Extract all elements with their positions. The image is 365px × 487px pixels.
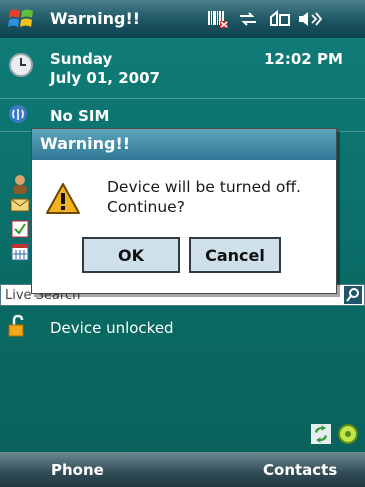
dialog-message-line2: Continue? — [107, 198, 185, 216]
warning-dialog: Warning!! Device will be turned off. Con… — [31, 128, 337, 294]
phone-status-row[interactable]: No SIM — [0, 102, 365, 128]
softkey-contacts[interactable]: Contacts — [263, 461, 337, 479]
softkey-bar: Phone Contacts — [0, 452, 365, 487]
divider — [0, 98, 365, 99]
ok-button[interactable]: OK — [82, 237, 180, 273]
barcode-icon[interactable] — [207, 9, 229, 34]
device-lock-status: Device unlocked — [50, 319, 174, 337]
search-icon[interactable] — [344, 286, 362, 304]
unlocked-padlock-icon — [8, 314, 30, 338]
sync-arrows-icon[interactable] — [237, 9, 259, 34]
message-icon[interactable] — [10, 196, 30, 218]
warning-icon — [45, 182, 81, 216]
volume-icon[interactable] — [297, 9, 323, 34]
clock-time: 12:02 PM — [264, 50, 343, 68]
dialog-message: Device will be turned off. Continue? — [107, 177, 301, 217]
phone-status-text: No SIM — [50, 107, 110, 125]
tasks-icon[interactable] — [10, 219, 30, 243]
calendar-icon[interactable] — [10, 242, 30, 266]
device-lock-row[interactable]: Device unlocked — [0, 312, 365, 340]
date-full: July 01, 2007 — [50, 69, 160, 87]
dialog-title: Warning!! — [32, 129, 336, 160]
date-time-row[interactable]: Sunday July 01, 2007 12:02 PM — [0, 46, 365, 96]
connectivity-icon[interactable] — [268, 9, 292, 34]
clock-icon — [8, 52, 34, 78]
softkey-phone[interactable]: Phone — [51, 461, 104, 479]
dialog-message-line1: Device will be turned off. — [107, 178, 301, 196]
title-bar: Warning!! — [0, 0, 365, 38]
date-day: Sunday — [50, 50, 113, 68]
activesync-icon[interactable] — [310, 423, 332, 449]
cancel-button[interactable]: Cancel — [189, 237, 281, 273]
antenna-icon — [8, 104, 28, 124]
windows-start-icon[interactable] — [6, 5, 38, 33]
wireless-manager-icon[interactable] — [337, 423, 359, 449]
window-title: Warning!! — [50, 9, 141, 28]
